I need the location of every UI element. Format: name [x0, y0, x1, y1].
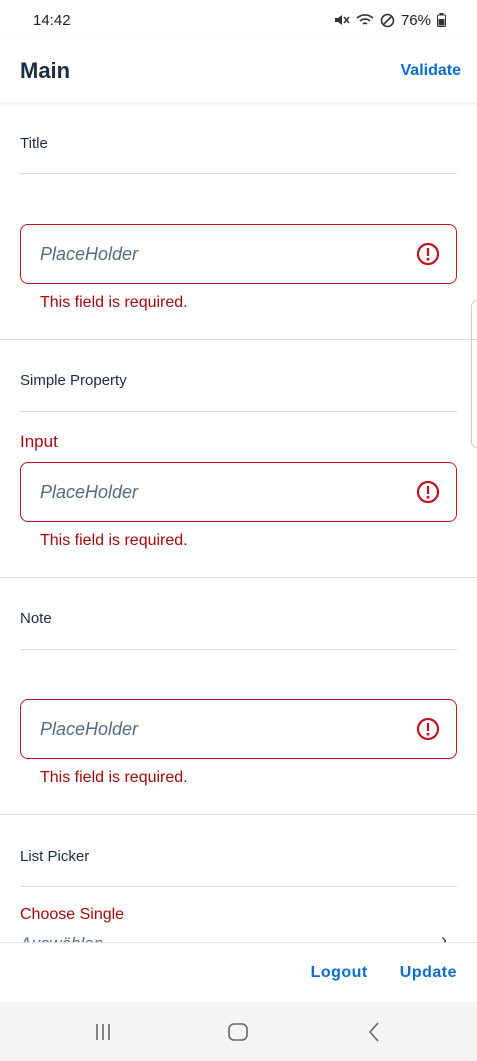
- recents-button[interactable]: [73, 1012, 133, 1052]
- error-message: This field is required.: [40, 294, 188, 311]
- input-placeholder: PlaceHolder: [40, 243, 139, 264]
- note-input[interactable]: PlaceHolder: [20, 699, 457, 759]
- status-icons: 76%: [334, 12, 446, 29]
- home-icon: [228, 1022, 249, 1041]
- choose-single-label: Choose Single: [20, 906, 125, 923]
- error-icon: [416, 717, 440, 741]
- error-message: This field is required.: [40, 532, 188, 549]
- battery-percent: 76%: [400, 11, 431, 29]
- back-button[interactable]: [344, 1012, 404, 1052]
- system-nav-bar: [0, 1002, 477, 1061]
- section-title-simple-property: Simple Property: [20, 372, 127, 389]
- app-header: Main Validate: [0, 40, 477, 102]
- choose-single-picker[interactable]: Auswählen: [20, 934, 103, 942]
- simple-property-input[interactable]: PlaceHolder: [20, 462, 457, 522]
- bottom-toolbar: Logout Update: [0, 942, 477, 1002]
- section-title-list-picker: List Picker: [20, 848, 90, 865]
- wifi-icon: [356, 14, 374, 25]
- status-bar: 14:42 76%: [0, 0, 477, 40]
- divider: [20, 173, 457, 174]
- status-time: 14:42: [33, 11, 71, 29]
- error-message: This field is required.: [40, 769, 188, 786]
- page-title: Main: [20, 58, 71, 83]
- validate-button[interactable]: Validate: [401, 62, 461, 80]
- scroll-indicator[interactable]: [471, 300, 477, 448]
- divider: [20, 886, 457, 887]
- divider: [20, 411, 457, 412]
- section-divider: [0, 339, 477, 340]
- recents-icon: [96, 1023, 110, 1040]
- form-content[interactable]: Title PlaceHolder This field is required…: [0, 102, 477, 942]
- title-input[interactable]: PlaceHolder: [20, 224, 457, 284]
- back-icon: [369, 1021, 379, 1042]
- section-title-title: Title: [20, 135, 48, 152]
- divider: [20, 649, 457, 650]
- section-divider: [0, 577, 477, 578]
- chevron-right-icon[interactable]: ›: [441, 930, 447, 942]
- home-button[interactable]: [208, 1012, 268, 1052]
- section-title-note: Note: [20, 610, 52, 627]
- section-divider: [0, 814, 477, 815]
- logout-button[interactable]: Logout: [311, 964, 368, 982]
- update-button[interactable]: Update: [400, 964, 457, 982]
- mute-icon: [334, 15, 350, 25]
- error-icon: [416, 480, 440, 504]
- do-not-disturb-icon: [380, 13, 395, 27]
- input-label: Input: [20, 432, 58, 451]
- input-placeholder: PlaceHolder: [40, 718, 139, 739]
- error-icon: [416, 242, 440, 266]
- input-placeholder: PlaceHolder: [40, 481, 139, 502]
- battery-icon: [437, 13, 446, 27]
